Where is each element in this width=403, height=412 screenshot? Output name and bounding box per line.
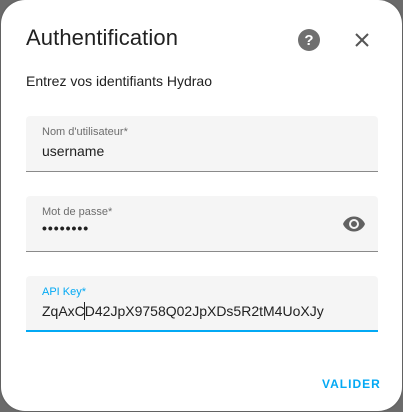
password-field[interactable]: Mot de passe* •••••••• (26, 196, 378, 252)
username-label: Nom d'utilisateur* (42, 126, 128, 138)
password-label: Mot de passe* (42, 206, 113, 218)
close-icon[interactable] (352, 30, 372, 50)
dialog-title: Authentification (26, 25, 179, 50)
text-caret (84, 302, 85, 320)
username-input[interactable]: username (42, 143, 104, 159)
api-key-label: API Key* (42, 286, 87, 298)
dialog-subtitle: Entrez vos identifiants Hydrao (26, 73, 212, 89)
submit-button[interactable]: VALIDER (322, 377, 381, 391)
auth-dialog: Authentification ? Entrez vos identifian… (1, 0, 402, 411)
api-key-field[interactable]: API Key* ZqAxCD42JpX9758Q02JpXDs5R2tM4Uo… (26, 276, 378, 332)
username-field[interactable]: Nom d'utilisateur* username (26, 116, 378, 172)
password-input[interactable]: •••••••• (42, 220, 89, 236)
help-icon[interactable]: ? (298, 29, 320, 51)
eye-icon[interactable] (342, 212, 366, 236)
